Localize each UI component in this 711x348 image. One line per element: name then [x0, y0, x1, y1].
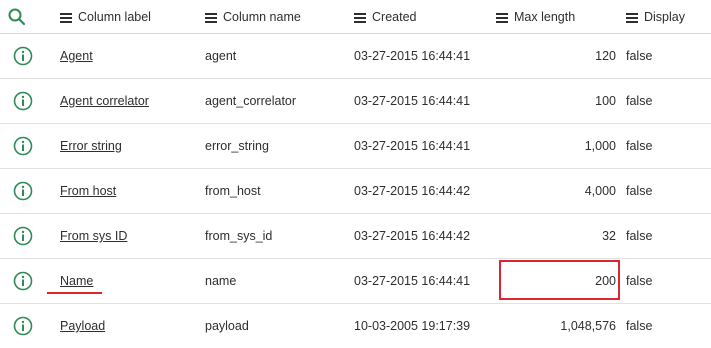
cell-created: 03-27-2015 16:44:41	[354, 49, 471, 63]
cell-column-label[interactable]: Name	[60, 259, 93, 303]
cell-max-length: 4,000	[584, 184, 616, 198]
table-row: From sys ID from_sys_id 03-27-2015 16:44…	[0, 214, 711, 259]
hamburger-menu-icon[interactable]	[354, 12, 366, 23]
cell-column-label[interactable]: Error string	[60, 124, 122, 168]
info-circle-icon[interactable]	[13, 136, 33, 156]
cell-display: false	[626, 229, 653, 243]
highlight-annotation-underline	[47, 292, 102, 294]
cell-column-label[interactable]: Agent	[60, 34, 93, 78]
cell-max-length: 100	[595, 94, 616, 108]
record-link[interactable]: Error string	[60, 139, 122, 153]
table-row: Payload payload 10-03-2005 19:17:39 1,04…	[0, 304, 711, 346]
cell-max-length: 120	[595, 49, 616, 63]
record-link[interactable]: From sys ID	[60, 229, 127, 243]
table-row: Agent agent 03-27-2015 16:44:41 120 fals…	[0, 34, 711, 79]
cell-column-label[interactable]: From sys ID	[60, 214, 127, 258]
record-link[interactable]: Agent correlator	[60, 94, 149, 108]
info-circle-icon[interactable]	[13, 226, 33, 246]
cell-display: false	[626, 49, 653, 63]
table-header: Column label Column name Created Max len…	[0, 0, 711, 34]
column-header-text: Max length	[514, 9, 576, 24]
record-link[interactable]: Name	[60, 274, 93, 288]
info-circle-icon[interactable]	[13, 316, 33, 336]
hamburger-menu-icon[interactable]	[205, 12, 217, 23]
cell-column-label[interactable]: Payload	[60, 304, 105, 348]
table-row: From host from_host 03-27-2015 16:44:42 …	[0, 169, 711, 214]
column-header-text: Created	[372, 9, 417, 24]
search-icon[interactable]	[7, 7, 27, 27]
column-header-text: Display	[644, 9, 685, 24]
cell-display: false	[626, 139, 653, 153]
column-header-name[interactable]: Column name	[205, 0, 301, 33]
record-link[interactable]: Agent	[60, 49, 93, 63]
cell-column-label[interactable]: From host	[60, 169, 116, 213]
column-header-label[interactable]: Column label	[60, 0, 151, 33]
table-row: Error string error_string 03-27-2015 16:…	[0, 124, 711, 169]
column-header-max-length[interactable]: Max length	[496, 0, 575, 33]
column-header-text: Column label	[78, 9, 151, 24]
cell-column-label[interactable]: Agent correlator	[60, 79, 149, 123]
cell-display: false	[626, 319, 653, 333]
cell-created: 03-27-2015 16:44:41	[354, 94, 471, 108]
cell-column-name: agent	[205, 49, 237, 63]
cell-max-length: 1,000	[584, 139, 616, 153]
column-header-display[interactable]: Display	[626, 0, 685, 33]
info-circle-icon[interactable]	[13, 91, 33, 111]
info-circle-icon[interactable]	[13, 271, 33, 291]
table-row: Agent correlator agent_correlator 03-27-…	[0, 79, 711, 124]
cell-column-name: name	[205, 274, 237, 288]
cell-display: false	[626, 184, 653, 198]
info-circle-icon[interactable]	[13, 181, 33, 201]
cell-display: false	[626, 94, 653, 108]
cell-column-name: agent_correlator	[205, 94, 297, 108]
cell-display: false	[626, 274, 653, 288]
cell-column-name: payload	[205, 319, 249, 333]
hamburger-menu-icon[interactable]	[626, 12, 638, 23]
cell-column-name: error_string	[205, 139, 269, 153]
cell-max-length: 1,048,576	[560, 319, 616, 333]
info-circle-icon[interactable]	[13, 46, 33, 66]
hamburger-menu-icon[interactable]	[60, 12, 72, 23]
hamburger-menu-icon[interactable]	[496, 12, 508, 23]
record-link[interactable]: Payload	[60, 319, 105, 333]
cell-created: 10-03-2005 19:17:39	[354, 319, 471, 333]
cell-column-name: from_host	[205, 184, 261, 198]
cell-created: 03-27-2015 16:44:42	[354, 229, 471, 243]
column-header-created[interactable]: Created	[354, 0, 416, 33]
record-link[interactable]: From host	[60, 184, 116, 198]
cell-max-length: 32	[602, 229, 616, 243]
highlight-annotation-box	[499, 260, 620, 300]
cell-column-name: from_sys_id	[205, 229, 273, 243]
cell-created: 03-27-2015 16:44:42	[354, 184, 471, 198]
cell-created: 03-27-2015 16:44:41	[354, 274, 471, 288]
cell-created: 03-27-2015 16:44:41	[354, 139, 471, 153]
column-header-text: Column name	[223, 9, 301, 24]
